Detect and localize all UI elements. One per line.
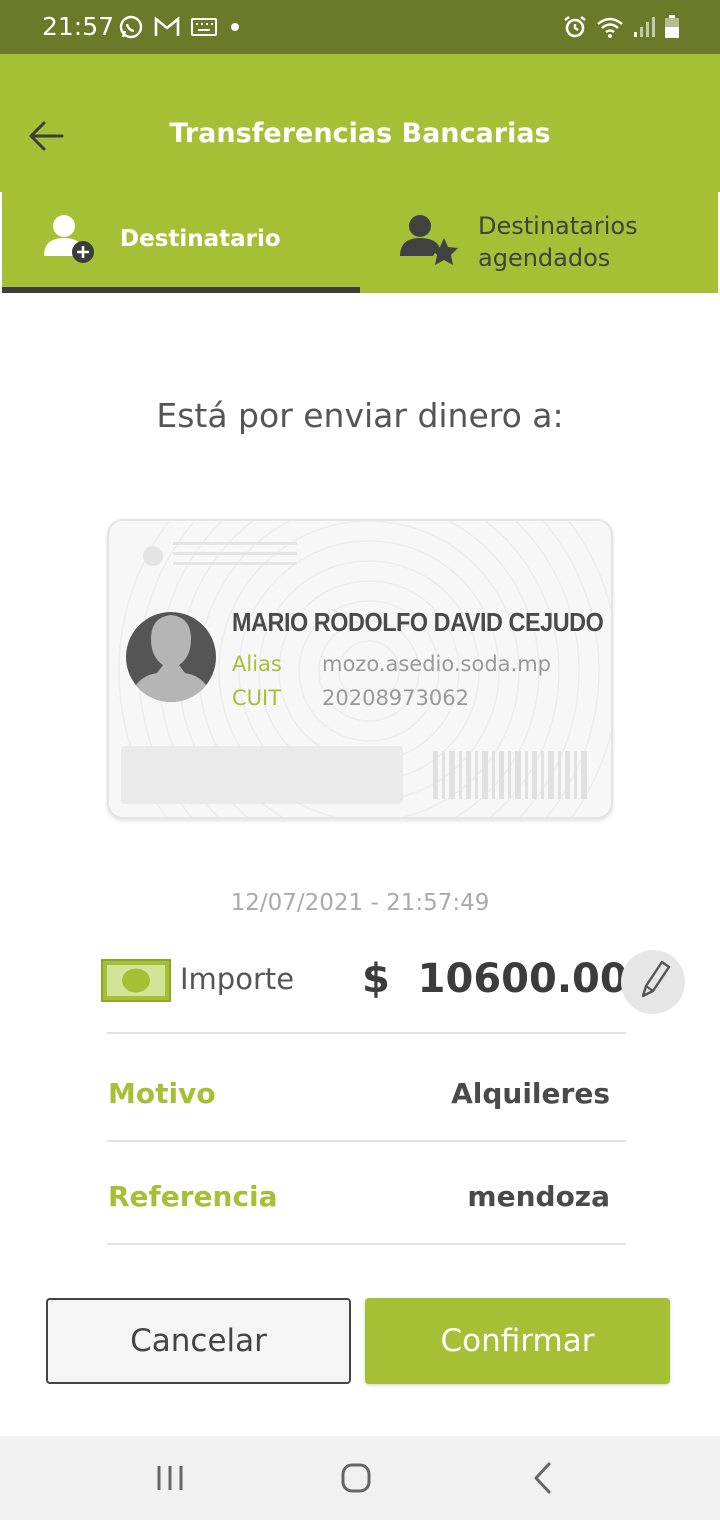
transfer-datetime: 12/07/2021 - 21:57:49 [230, 890, 490, 916]
back-nav-icon[interactable] [524, 1460, 564, 1496]
notification-icons [118, 14, 242, 40]
keyboard-icon [191, 18, 217, 36]
system-icons [562, 14, 680, 40]
amount-label: Importe [180, 962, 295, 996]
battery-icon [665, 15, 679, 38]
edit-amount-button[interactable] [621, 950, 685, 1014]
tab-destinatarios-agendados[interactable]: Destinatarios agendados [360, 192, 718, 293]
dot-icon [231, 23, 239, 31]
divider [107, 1243, 626, 1245]
signal-icon [634, 17, 655, 37]
divider [107, 1032, 626, 1034]
cuit-label: CUIT [232, 686, 282, 710]
recipient-name: MARIO RODOLFO DAVID CEJUDO [232, 607, 604, 637]
motivo-label: Motivo [108, 1077, 216, 1110]
money-bill-icon [101, 959, 171, 1002]
app-bar: Transferencias Bancarias [0, 54, 720, 192]
motivo-value: Alquileres [451, 1077, 610, 1110]
cuit-value: 20208973062 [322, 686, 469, 710]
confirmation-heading: Está por enviar dinero a: [156, 396, 564, 435]
avatar [126, 612, 216, 702]
add-user-icon [44, 215, 94, 263]
alias-label: Alias [232, 652, 282, 676]
tab-bar: Destinatario Destinatarios agendados [0, 192, 720, 293]
whatsapp-icon [119, 15, 143, 39]
system-nav-bar [0, 1436, 720, 1520]
tab-destinatario[interactable]: Destinatario [2, 192, 360, 293]
recent-apps-icon[interactable] [150, 1460, 190, 1496]
divider [107, 1140, 626, 1142]
wifi-icon [597, 17, 623, 38]
page-title: Transferencias Bancarias [169, 118, 551, 149]
gmail-icon [154, 16, 180, 36]
home-icon[interactable] [336, 1460, 376, 1496]
referencia-value: mendoza [467, 1180, 610, 1213]
amount-row: Importe $ 10600.00 [100, 950, 690, 1014]
cancel-button[interactable]: Cancelar [46, 1298, 351, 1384]
alarm-icon [564, 16, 586, 38]
referencia-label: Referencia [108, 1180, 278, 1213]
starred-user-icon [400, 215, 458, 265]
confirm-button[interactable]: Confirmar [365, 1298, 670, 1384]
amount-value: $ 10600.00 [362, 956, 628, 1002]
tab-agendados-label: Destinatarios agendados [478, 212, 638, 272]
tab-indicator [2, 287, 360, 293]
tab-destinatario-label: Destinatario [120, 226, 281, 252]
recipient-card: MARIO RODOLFO DAVID CEJUDO Alias mozo.as… [107, 519, 613, 819]
pencil-icon [641, 960, 671, 998]
alias-value: mozo.asedio.soda.mp [322, 652, 551, 676]
status-time: 21:57 [42, 12, 115, 41]
status-bar: 21:57 [0, 0, 720, 54]
